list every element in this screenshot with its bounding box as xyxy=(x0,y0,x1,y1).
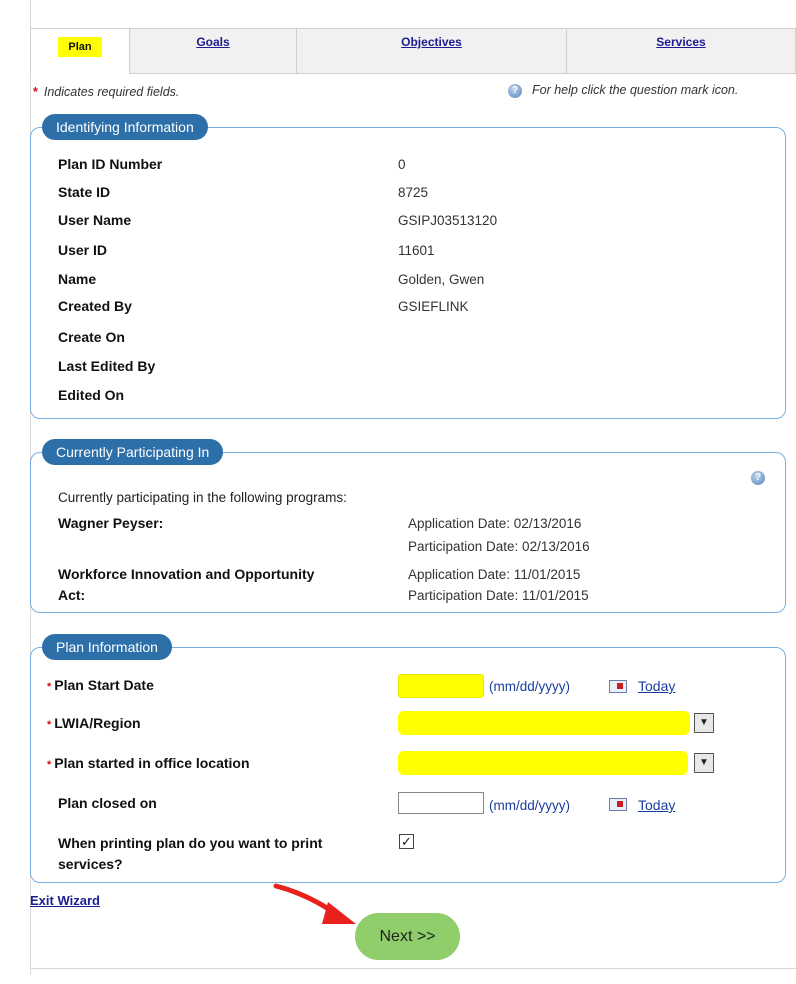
tab-goals[interactable]: Goals xyxy=(129,28,297,74)
state-id-label: State ID xyxy=(58,184,111,200)
program-name: Wagner Peyser: xyxy=(58,515,164,531)
required-star-icon: * xyxy=(33,85,38,99)
plan-id-value: 0 xyxy=(398,157,406,172)
today-link[interactable]: Today xyxy=(638,678,675,694)
lwia-region-select[interactable] xyxy=(398,711,690,735)
plan-start-date-label: * Plan Start Date xyxy=(47,677,154,693)
office-location-label: * Plan started in office location xyxy=(47,755,250,771)
wizard-tabs: Plan Goals Objectives Services xyxy=(30,28,796,78)
next-button[interactable]: Next >> xyxy=(355,913,460,960)
identifying-information-title: Identifying Information xyxy=(42,114,208,140)
tab-services-link[interactable]: Services xyxy=(656,35,705,49)
tab-services[interactable]: Services xyxy=(566,28,796,74)
program-application-date: Application Date: 11/01/2015 xyxy=(408,567,581,582)
calendar-icon[interactable] xyxy=(609,680,627,693)
program-application-date: Application Date: 02/13/2016 xyxy=(408,516,582,531)
lwia-region-label: * LWIA/Region xyxy=(47,715,141,731)
question-mark-icon[interactable]: ? xyxy=(508,83,522,98)
edited-on-label: Edited On xyxy=(58,387,125,403)
name-label: Name xyxy=(58,271,97,287)
last-edited-by-label: Last Edited By xyxy=(58,358,156,374)
calendar-icon[interactable] xyxy=(609,798,627,811)
tab-objectives[interactable]: Objectives xyxy=(296,28,567,74)
print-services-checkbox[interactable]: ✓ xyxy=(399,834,414,849)
name-value: Golden, Gwen xyxy=(398,272,485,287)
create-on-label: Create On xyxy=(58,329,125,345)
print-services-label-line2: services? xyxy=(58,856,123,872)
user-name-value: GSIPJ03513120 xyxy=(398,213,498,228)
participating-intro: Currently participating in the following… xyxy=(58,490,347,505)
tab-goals-link[interactable]: Goals xyxy=(196,35,229,49)
tab-objectives-link[interactable]: Objectives xyxy=(401,35,462,49)
date-format-hint: (mm/dd/yyyy) xyxy=(489,798,570,813)
chevron-down-icon[interactable]: ▼ xyxy=(694,753,714,773)
participating-title: Currently Participating In xyxy=(42,439,224,465)
print-services-label-line1: When printing plan do you want to print xyxy=(58,835,323,851)
plan-id-label: Plan ID Number xyxy=(58,156,163,172)
created-by-label: Created By xyxy=(58,298,132,314)
program-participation-date: Participation Date: 11/01/2015 xyxy=(408,588,589,603)
tab-plan-label: Plan xyxy=(58,37,102,57)
help-note: ? For help click the question mark icon. xyxy=(508,83,738,98)
plan-closed-label: Plan closed on xyxy=(58,795,157,811)
tab-plan[interactable]: Plan xyxy=(30,28,130,74)
required-star-icon: * xyxy=(47,759,52,771)
date-format-hint: (mm/dd/yyyy) xyxy=(489,679,570,694)
lwia-region-text: LWIA/Region xyxy=(54,715,141,731)
required-star-icon: * xyxy=(47,681,52,693)
plan-closed-input[interactable] xyxy=(398,792,484,814)
required-star-icon: * xyxy=(47,719,52,731)
plan-start-date-text: Plan Start Date xyxy=(54,677,154,693)
today-link[interactable]: Today xyxy=(638,797,675,813)
user-id-value: 11601 xyxy=(398,243,435,258)
program-name-line2: Act: xyxy=(58,587,86,603)
office-location-select[interactable] xyxy=(398,751,688,775)
help-note-text: For help click the question mark icon. xyxy=(532,83,739,97)
required-note-text: Indicates required fields. xyxy=(43,85,180,99)
question-mark-icon[interactable]: ? xyxy=(751,471,765,485)
created-by-value: GSIEFLINK xyxy=(398,299,469,314)
plan-information-title: Plan Information xyxy=(42,634,172,660)
office-location-text: Plan started in office location xyxy=(54,755,250,771)
program-name-line1: Workforce Innovation and Opportunity xyxy=(58,566,315,582)
chevron-down-icon[interactable]: ▼ xyxy=(694,713,714,733)
exit-wizard-link[interactable]: Exit Wizard xyxy=(30,893,100,908)
page-bottom-border xyxy=(30,968,796,969)
user-name-label: User Name xyxy=(58,212,132,228)
program-participation-date: Participation Date: 02/13/2016 xyxy=(408,539,590,554)
state-id-value: 8725 xyxy=(398,185,429,200)
plan-start-date-input[interactable] xyxy=(398,674,484,698)
user-id-label: User ID xyxy=(58,242,108,258)
required-fields-note: * Indicates required fields. xyxy=(33,85,179,99)
